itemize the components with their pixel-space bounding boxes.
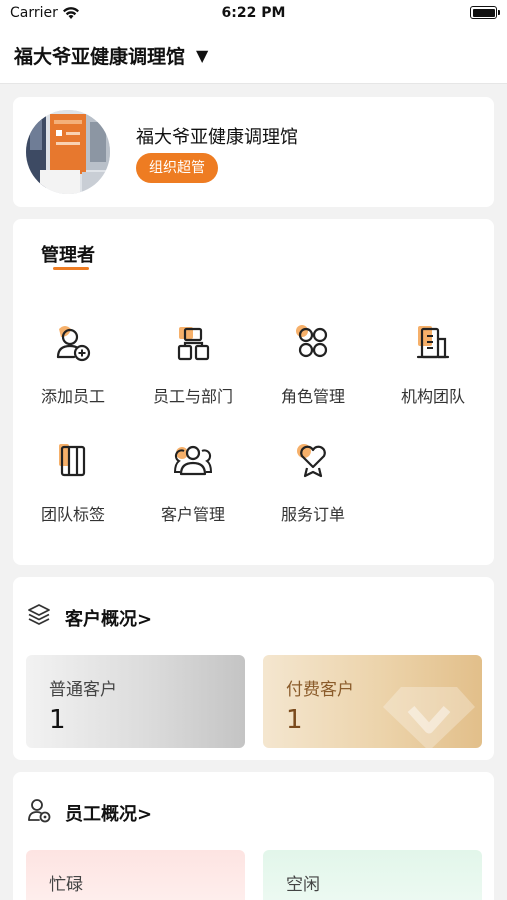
stat-label: 付费客户 (286, 680, 354, 700)
caret-down-icon[interactable]: ▼ (196, 46, 208, 65)
battery-icon (470, 6, 500, 19)
organization-switcher-title[interactable]: 福大爷亚健康调理馆 (14, 42, 185, 69)
manager-section: 管理者 添加员工 员工与部门 角色管理 机构团队 团队标签 客户管理 服务订单 (13, 219, 494, 565)
customer-overview-card: 客户概况> 普通客户 1 付费客户 1 (13, 577, 494, 760)
menu-item-label: 员工与部门 (152, 387, 233, 406)
menu-item-label: 机构团队 (400, 387, 465, 406)
org-chart-icon (173, 323, 213, 363)
staff-overview-card: 员工概况> 忙碌 空闲 (13, 772, 494, 900)
tag-columns-icon (53, 441, 93, 481)
menu-item-label: 角色管理 (280, 387, 345, 406)
building-icon (413, 323, 453, 363)
section-title: 管理者 (41, 245, 95, 266)
add-user-icon (53, 323, 93, 363)
stat-value: 1 (286, 705, 303, 735)
menu-item-role-management[interactable]: 角色管理 (253, 323, 373, 423)
title-underline (53, 267, 89, 270)
menu-item-institution-team[interactable]: 机构团队 (373, 323, 493, 423)
customer-overview-link[interactable]: 客户概况> (65, 605, 152, 631)
status-bar: Carrier 6:22 PM (0, 0, 507, 26)
organization-name: 福大爷亚健康调理馆 (136, 127, 298, 148)
layers-icon (26, 602, 52, 628)
organization-profile-card[interactable]: 福大爷亚健康调理馆 组织超管 (13, 97, 494, 207)
organization-avatar (26, 110, 110, 194)
menu-item-service-orders[interactable]: 服务订单 (253, 441, 373, 541)
customers-icon (173, 441, 213, 481)
clock: 6:22 PM (221, 5, 286, 21)
stat-label: 忙碌 (49, 875, 83, 895)
busy-staff-tile[interactable]: 忙碌 (26, 850, 245, 900)
menu-item-label: 客户管理 (160, 505, 225, 524)
menu-item-team-tags[interactable]: 团队标签 (13, 441, 133, 541)
heart-badge-icon (293, 441, 333, 481)
stat-label: 普通客户 (49, 680, 117, 700)
menu-item-staff-departments[interactable]: 员工与部门 (133, 323, 253, 423)
menu-item-add-employee[interactable]: 添加员工 (13, 323, 133, 423)
role-badge: 组织超管 (136, 153, 218, 183)
top-header: 福大爷亚健康调理馆 ▼ (0, 26, 507, 84)
paid-customers-tile[interactable]: 付费客户 1 (263, 655, 482, 748)
menu-item-label: 添加员工 (40, 387, 105, 406)
diamond-watermark-icon (381, 683, 477, 748)
user-settings-icon (26, 797, 52, 823)
grid-circles-icon (293, 323, 333, 363)
menu-item-customer-management[interactable]: 客户管理 (133, 441, 253, 541)
idle-staff-tile[interactable]: 空闲 (263, 850, 482, 900)
menu-item-label: 团队标签 (40, 505, 105, 524)
menu-item-label: 服务订单 (280, 505, 345, 524)
normal-customers-tile[interactable]: 普通客户 1 (26, 655, 245, 748)
stat-value: 1 (49, 705, 66, 735)
stat-label: 空闲 (286, 875, 320, 895)
staff-overview-link[interactable]: 员工概况> (65, 800, 152, 826)
